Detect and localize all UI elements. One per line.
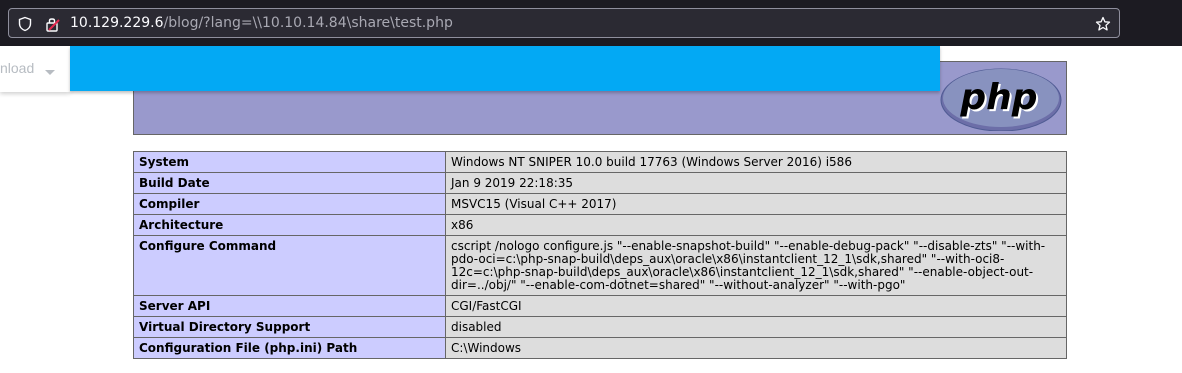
table-row: Configuration File (php.ini) Path C:\Win… [133, 337, 1067, 359]
address-bar[interactable]: 10.129.229.6/blog/?lang=\\10.10.14.84\sh… [8, 8, 1120, 38]
row-value-build-date: Jan 9 2019 22:18:35 [445, 172, 1067, 194]
row-key-build-date: Build Date [133, 172, 446, 194]
table-row: Architecture x86 [133, 214, 1067, 236]
table-row: System Windows NT SNIPER 10.0 build 1776… [133, 151, 1067, 173]
lock-warning-icon[interactable] [45, 16, 63, 36]
menu-label: nload [0, 60, 35, 76]
site-menu-download[interactable]: nload [0, 46, 70, 92]
row-value-configure-command: cscript /nologo configure.js "--enable-s… [445, 235, 1067, 296]
php-logo: php php [940, 65, 1062, 135]
row-key-architecture: Architecture [133, 214, 446, 236]
star-icon[interactable] [1095, 16, 1111, 36]
row-key-configure-command: Configure Command [133, 235, 446, 296]
table-row: Virtual Directory Support disabled [133, 316, 1067, 338]
svg-text:php: php [959, 77, 1037, 118]
url-text[interactable]: 10.129.229.6/blog/?lang=\\10.10.14.84\sh… [70, 15, 453, 31]
chevron-down-icon [45, 70, 55, 75]
row-key-virtual-directory-support: Virtual Directory Support [133, 316, 446, 338]
phpinfo-table: System Windows NT SNIPER 10.0 build 1776… [133, 151, 1067, 359]
row-key-server-api: Server API [133, 295, 446, 317]
row-key-compiler: Compiler [133, 193, 446, 215]
row-key-system: System [133, 151, 446, 173]
table-row: Build Date Jan 9 2019 22:18:35 [133, 172, 1067, 194]
row-key-configuration-file-path: Configuration File (php.ini) Path [133, 337, 446, 359]
page-content: php php nload System Windows NT SNIPER 1… [0, 46, 1182, 373]
row-value-compiler: MSVC15 (Visual C++ 2017) [445, 193, 1067, 215]
site-navbar [70, 46, 940, 91]
url-path: /blog/?lang=\\10.10.14.84\share\test.php [163, 15, 453, 31]
table-row: Server API CGI/FastCGI [133, 295, 1067, 317]
row-value-virtual-directory-support: disabled [445, 316, 1067, 338]
row-value-system: Windows NT SNIPER 10.0 build 17763 (Wind… [445, 151, 1067, 173]
table-row: Configure Command cscript /nologo config… [133, 235, 1067, 296]
row-value-server-api: CGI/FastCGI [445, 295, 1067, 317]
table-row: Compiler MSVC15 (Visual C++ 2017) [133, 193, 1067, 215]
row-value-architecture: x86 [445, 214, 1067, 236]
browser-toolbar: 10.129.229.6/blog/?lang=\\10.10.14.84\sh… [0, 0, 1182, 46]
shield-icon[interactable] [17, 16, 33, 36]
url-host: 10.129.229.6 [70, 15, 164, 31]
row-value-configuration-file-path: C:\Windows [445, 337, 1067, 359]
